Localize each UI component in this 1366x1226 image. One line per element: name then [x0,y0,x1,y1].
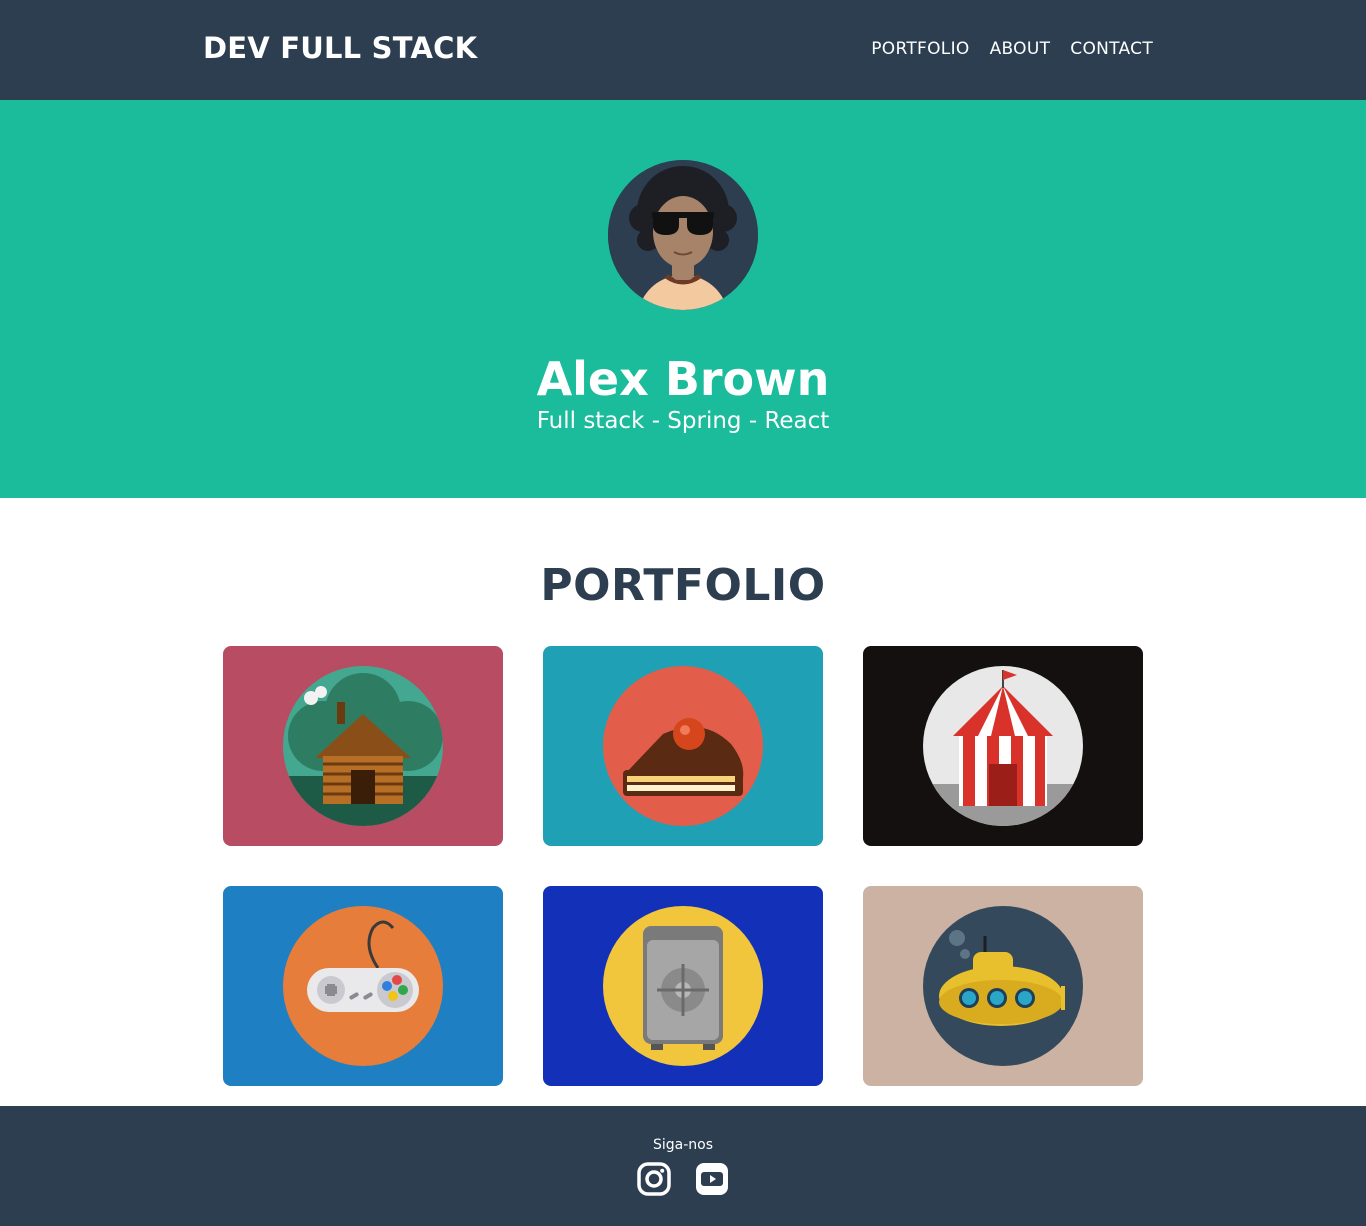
cabin-icon [283,666,443,826]
circus-tent-icon [923,666,1083,826]
hero-name: Alex Brown [536,352,830,406]
nav-link-about[interactable]: ABOUT [990,39,1051,59]
nav-links: PORTFOLIO ABOUT CONTACT [871,39,1153,59]
footer: Siga-nos [0,1106,1366,1226]
safe-icon [603,906,763,1066]
navbar: DEV FULL STACK PORTFOLIO ABOUT CONTACT [0,0,1366,100]
hero-subtitle: Full stack - Spring - React [536,408,830,434]
portfolio-item-cake[interactable] [543,646,823,846]
hero-section: Alex Brown Full stack - Spring - React [0,100,1366,498]
portfolio-item-cabin[interactable] [223,646,503,846]
cake-icon [603,666,763,826]
submarine-icon [923,906,1083,1066]
instagram-icon[interactable] [637,1162,671,1196]
portfolio-title: PORTFOLIO [540,560,826,611]
brand-link[interactable]: DEV FULL STACK [203,31,477,65]
portfolio-item-circus[interactable] [863,646,1143,846]
avatar-sunglasses-icon [608,160,758,310]
portfolio-item-submarine[interactable] [863,886,1143,1086]
portfolio-item-safe[interactable] [543,886,823,1086]
nav-link-contact[interactable]: CONTACT [1070,39,1153,59]
portfolio-item-controller[interactable] [223,886,503,1086]
follow-us-text: Siga-nos [652,1137,714,1153]
youtube-icon[interactable] [695,1162,729,1196]
nav-link-portfolio[interactable]: PORTFOLIO [871,39,969,59]
game-controller-icon [283,906,443,1066]
